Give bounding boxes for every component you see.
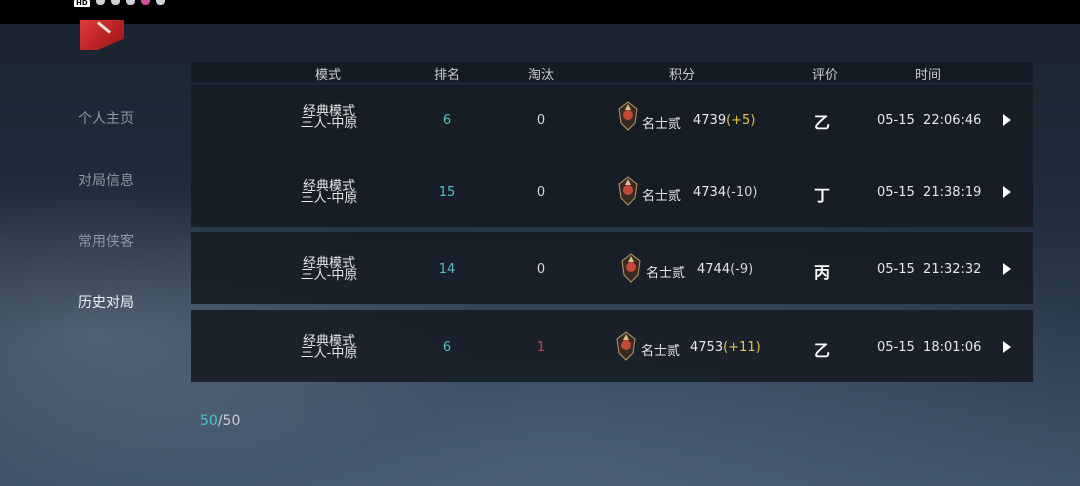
rank-title: 名士贰 (642, 117, 682, 132)
pagination-total: 50 (222, 413, 241, 429)
score-value: 4753 (690, 340, 724, 355)
mode-map: 三人-中原 (300, 116, 358, 131)
signal-icon (95, 0, 105, 5)
play-arrow-icon[interactable] (1003, 186, 1011, 198)
rating-grade: 乙 (813, 113, 831, 132)
score-cell: 4744(-9) (697, 262, 753, 277)
column-header-rating: 评价 (811, 68, 839, 83)
play-arrow-icon[interactable] (1003, 263, 1011, 275)
notification-icon (155, 0, 165, 5)
eliminations-value: 0 (536, 113, 546, 128)
match-clock: 22:06:46 (923, 113, 982, 128)
sidebar-item-match-info[interactable]: 对局信息 (78, 170, 134, 190)
rating-grade: 丙 (813, 263, 831, 282)
score-value: 4739 (693, 113, 727, 128)
mode-map: 三人-中原 (300, 346, 358, 361)
time-cell: 05-15 21:38:19 (877, 185, 981, 200)
rank-badge-icon (618, 176, 638, 206)
time-cell: 05-15 22:06:46 (877, 113, 981, 128)
column-header-mode: 模式 (314, 68, 342, 83)
rating-grade: 丁 (813, 186, 831, 205)
pagination-current: 50 (200, 413, 218, 429)
sidebar-item-common-heroes[interactable]: 常用侠客 (78, 231, 134, 251)
score-cell: 4753(+11) (690, 340, 761, 355)
score-delta: (+5) (726, 113, 756, 128)
status-icons-left: HD (74, 0, 165, 8)
score-delta: (-9) (730, 262, 754, 277)
score-delta: (+11) (723, 340, 761, 355)
column-header-rank: 排名 (433, 68, 461, 83)
mode-map: 三人-中原 (300, 191, 358, 206)
rank-value: 14 (438, 262, 456, 277)
status-bar: HD (0, 0, 1080, 24)
column-header-time: 时间 (914, 68, 942, 83)
eliminations-value: 1 (536, 340, 546, 355)
table-row[interactable]: 经典模式 三人-中原 6 0 名士贰 4739(+5) 乙 05-15 22:0… (191, 85, 1033, 155)
rating-grade: 乙 (813, 341, 831, 360)
signal-icon (110, 0, 120, 5)
column-header-eliminations: 淘汰 (527, 68, 555, 83)
pagination: 50/50 (200, 413, 240, 429)
match-date: 05-15 (877, 113, 915, 128)
match-date: 05-15 (877, 262, 915, 277)
play-arrow-icon[interactable] (1003, 341, 1011, 353)
score-cell: 4734(-10) (693, 185, 757, 200)
sidebar-item-match-history[interactable]: 历史对局 (78, 292, 134, 312)
rank-title: 名士贰 (646, 266, 686, 281)
rank-title: 名士贰 (642, 189, 682, 204)
sidebar-item-profile[interactable]: 个人主页 (78, 108, 134, 128)
rank-value: 15 (438, 185, 456, 200)
rank-value: 6 (442, 340, 452, 355)
score-delta: (-10) (726, 185, 758, 200)
time-cell: 05-15 18:01:06 (877, 340, 981, 355)
match-clock: 21:32:32 (923, 262, 982, 277)
match-date: 05-15 (877, 340, 915, 355)
score-value: 4744 (697, 262, 731, 277)
score-cell: 4739(+5) (693, 113, 755, 128)
table-header: 模式 排名 淘汰 积分 评价 时间 (191, 62, 1033, 83)
table-row[interactable]: 经典模式 三人-中原 15 0 名士贰 4734(-10) 丁 05-15 21… (191, 155, 1033, 227)
score-value: 4734 (693, 185, 727, 200)
eliminations-value: 0 (536, 262, 546, 277)
table-row[interactable]: 经典模式 三人-中原 6 1 名士贰 4753(+11) 乙 05-15 18:… (191, 310, 1033, 382)
match-clock: 18:01:06 (923, 340, 982, 355)
match-clock: 21:38:19 (923, 185, 982, 200)
play-arrow-icon[interactable] (1003, 114, 1011, 126)
eliminations-value: 0 (536, 185, 546, 200)
rank-badge-icon (618, 101, 638, 131)
rank-title: 名士贰 (641, 344, 681, 359)
mode-map: 三人-中原 (300, 268, 358, 283)
rank-badge-icon (616, 331, 636, 361)
rank-value: 6 (442, 113, 452, 128)
match-date: 05-15 (877, 185, 915, 200)
rank-badge-icon (621, 253, 641, 283)
app-notification-icon (140, 0, 150, 5)
column-header-points: 积分 (668, 68, 696, 83)
table-row[interactable]: 经典模式 三人-中原 14 0 名士贰 4744(-9) 丙 05-15 21:… (191, 232, 1033, 304)
wifi-icon (125, 0, 135, 5)
time-cell: 05-15 21:32:32 (877, 262, 981, 277)
hd-signal-icon: HD (74, 0, 90, 7)
